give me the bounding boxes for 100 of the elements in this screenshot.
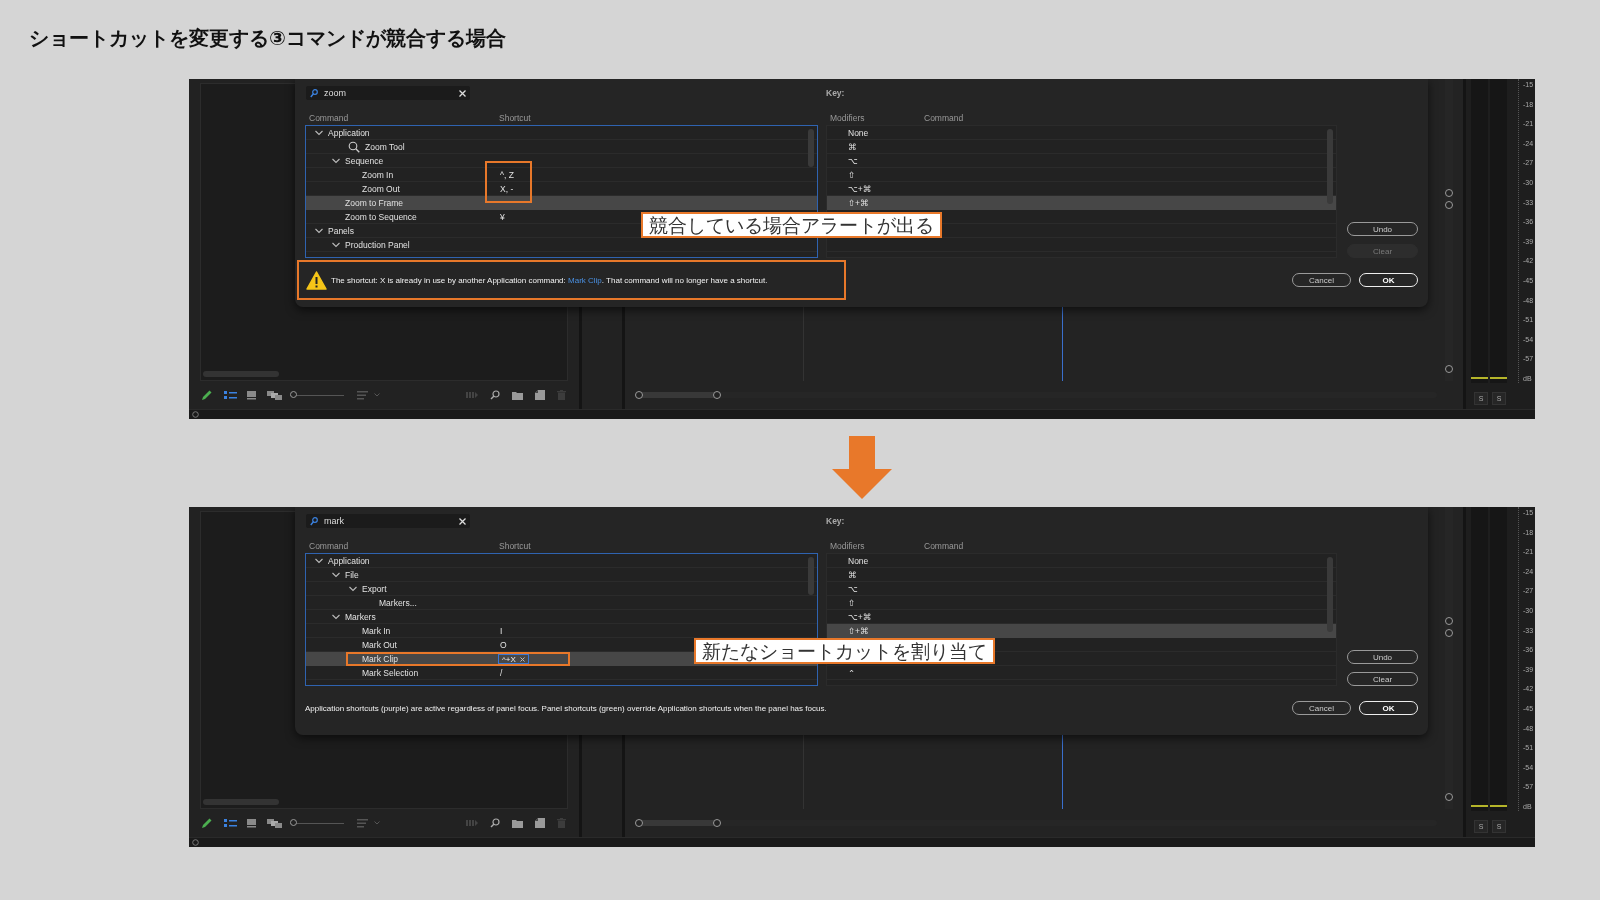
magnifier-icon xyxy=(348,141,360,153)
search-icon[interactable] xyxy=(490,390,500,400)
thumbnail-slider[interactable] xyxy=(290,818,344,828)
modifier-row[interactable]: ⇧+⌘ xyxy=(827,624,1336,638)
dialog-button[interactable]: Cancel xyxy=(1292,701,1351,715)
tree-item[interactable]: Zoom In ^, Z xyxy=(306,168,817,182)
shortcut-text: ^, Z xyxy=(500,170,514,180)
slider-thumb[interactable] xyxy=(290,390,297,398)
modifier-row[interactable]: ⌥ xyxy=(827,582,1336,596)
dialog-button[interactable]: Clear xyxy=(1347,672,1418,686)
page-title: ショートカットを変更する③コマンドが競合する場合 xyxy=(29,26,506,51)
icon-view-icon[interactable] xyxy=(246,390,257,400)
tree-item[interactable]: Zoom to Frame xyxy=(306,196,817,210)
modifier-row[interactable]: None xyxy=(827,126,1336,140)
dialog-button[interactable]: OK xyxy=(1359,701,1418,715)
chevron-icon[interactable] xyxy=(332,241,340,249)
search-field[interactable]: mark xyxy=(306,514,470,528)
dialog-button[interactable]: Undo xyxy=(1347,650,1418,664)
modifier-row[interactable]: ⌘ xyxy=(827,568,1336,582)
search-icon[interactable] xyxy=(490,818,500,828)
shortcut-text: X, - xyxy=(500,184,514,194)
status-icon xyxy=(192,839,199,846)
scrollbar-thumb[interactable] xyxy=(1327,557,1333,632)
shortcut-text: I xyxy=(500,626,503,636)
close-icon[interactable] xyxy=(459,89,466,97)
tree-item[interactable]: File xyxy=(306,568,817,582)
tree-item[interactable]: Export xyxy=(306,582,817,596)
key-label: Key: xyxy=(826,88,846,98)
modifier-row[interactable]: ⌃ xyxy=(827,666,1336,680)
tree-item[interactable]: Application xyxy=(306,126,817,140)
chevron-icon[interactable] xyxy=(315,227,323,235)
column-header: Command xyxy=(309,113,350,123)
column-header: Command xyxy=(924,113,964,123)
icon-view-icon[interactable] xyxy=(246,818,257,828)
sort-icon[interactable] xyxy=(357,390,368,400)
folder-icon[interactable] xyxy=(512,818,523,828)
shortcut-text: / xyxy=(500,668,503,678)
chevron-icon[interactable] xyxy=(315,129,323,137)
scrollbar-thumb[interactable] xyxy=(808,557,814,595)
tree-item[interactable]: Application xyxy=(306,554,817,568)
modifier-row[interactable]: ⌥ xyxy=(827,154,1336,168)
modifier-row[interactable]: None xyxy=(827,554,1336,568)
folder-icon[interactable] xyxy=(512,390,523,400)
slider-thumb[interactable] xyxy=(290,818,297,826)
modifier-row[interactable]: ⌘ xyxy=(827,140,1336,154)
down-arrow-icon xyxy=(831,436,892,499)
tree-item[interactable]: Markers... xyxy=(306,596,817,610)
callout-tooltip: 新たなショートカットを割り当て xyxy=(694,638,995,664)
column-header: Command xyxy=(309,541,350,551)
new-item-icon[interactable] xyxy=(535,390,545,400)
chevron-icon[interactable] xyxy=(332,613,340,621)
callout-tooltip: 競合している場合アラートが出る xyxy=(641,212,942,238)
dialog-button[interactable]: Undo xyxy=(1347,222,1418,236)
chevron-icon[interactable] xyxy=(332,571,340,579)
pencil-icon[interactable] xyxy=(201,389,213,401)
chevron-icon[interactable] xyxy=(332,157,340,165)
modifier-row[interactable]: ⇧ xyxy=(827,168,1336,182)
tree-item[interactable]: Zoom Out X, - xyxy=(306,182,817,196)
column-header: Command xyxy=(924,541,964,551)
chevron-icon[interactable] xyxy=(349,585,357,593)
tree-item[interactable]: Mark In I xyxy=(306,624,817,638)
freeform-view-icon[interactable] xyxy=(267,818,282,828)
shortcut-text: ¥ xyxy=(500,212,505,222)
pencil-icon[interactable] xyxy=(201,817,213,829)
thumbnail-slider[interactable] xyxy=(290,390,344,400)
clear-icon[interactable] xyxy=(519,656,525,662)
scrollbar-thumb[interactable] xyxy=(808,129,814,167)
modifier-row[interactable]: ⇧+⌘ xyxy=(827,196,1336,210)
tree-item[interactable]: Mark Selection / xyxy=(306,666,817,680)
tree-item[interactable]: Sequence xyxy=(306,154,817,168)
sort-icon[interactable] xyxy=(357,818,368,828)
tree-item[interactable]: Production Panel xyxy=(306,238,817,252)
column-header: Modifiers xyxy=(830,541,866,551)
search-icon xyxy=(310,516,318,526)
modifier-row[interactable]: ⌥+⌘ xyxy=(827,610,1336,624)
list-view-icon[interactable] xyxy=(224,390,237,400)
close-icon[interactable] xyxy=(459,517,466,525)
freeform-view-icon[interactable] xyxy=(267,390,282,400)
warning-icon xyxy=(306,270,327,290)
list-view-icon[interactable] xyxy=(224,818,237,828)
new-item-icon[interactable] xyxy=(535,818,545,828)
tree-item[interactable]: Zoom Tool xyxy=(306,140,817,154)
alert-message: The shortcut: X is already in use by another Application command: Mark Clip. That command will no longer have a shortcut. xyxy=(331,275,768,285)
column-header: Shortcut xyxy=(499,541,531,551)
link[interactable]: Mark Clip xyxy=(568,275,602,285)
column-header: Shortcut xyxy=(499,113,531,123)
help-text: Application shortcuts (purple) are active regardless of panel focus. Panel shortcuts (green) override Application shortcuts when the panel has focus. xyxy=(305,703,827,713)
shortcut-input[interactable]: ^+X xyxy=(498,654,529,664)
dialog-button[interactable]: OK xyxy=(1359,273,1418,287)
modifier-row[interactable]: ⌥+⌘ xyxy=(827,182,1336,196)
modifier-row[interactable]: ⇧ xyxy=(827,596,1336,610)
dialog-button[interactable]: Cancel xyxy=(1292,273,1351,287)
status-icon xyxy=(192,411,199,418)
key-label: Key: xyxy=(826,516,846,526)
search-field[interactable]: zoom xyxy=(306,86,470,100)
shortcut-text: O xyxy=(500,640,507,650)
scrollbar-thumb[interactable] xyxy=(1327,129,1333,204)
chevron-icon[interactable] xyxy=(315,557,323,565)
tree-item[interactable]: Markers xyxy=(306,610,817,624)
search-icon xyxy=(310,88,318,98)
